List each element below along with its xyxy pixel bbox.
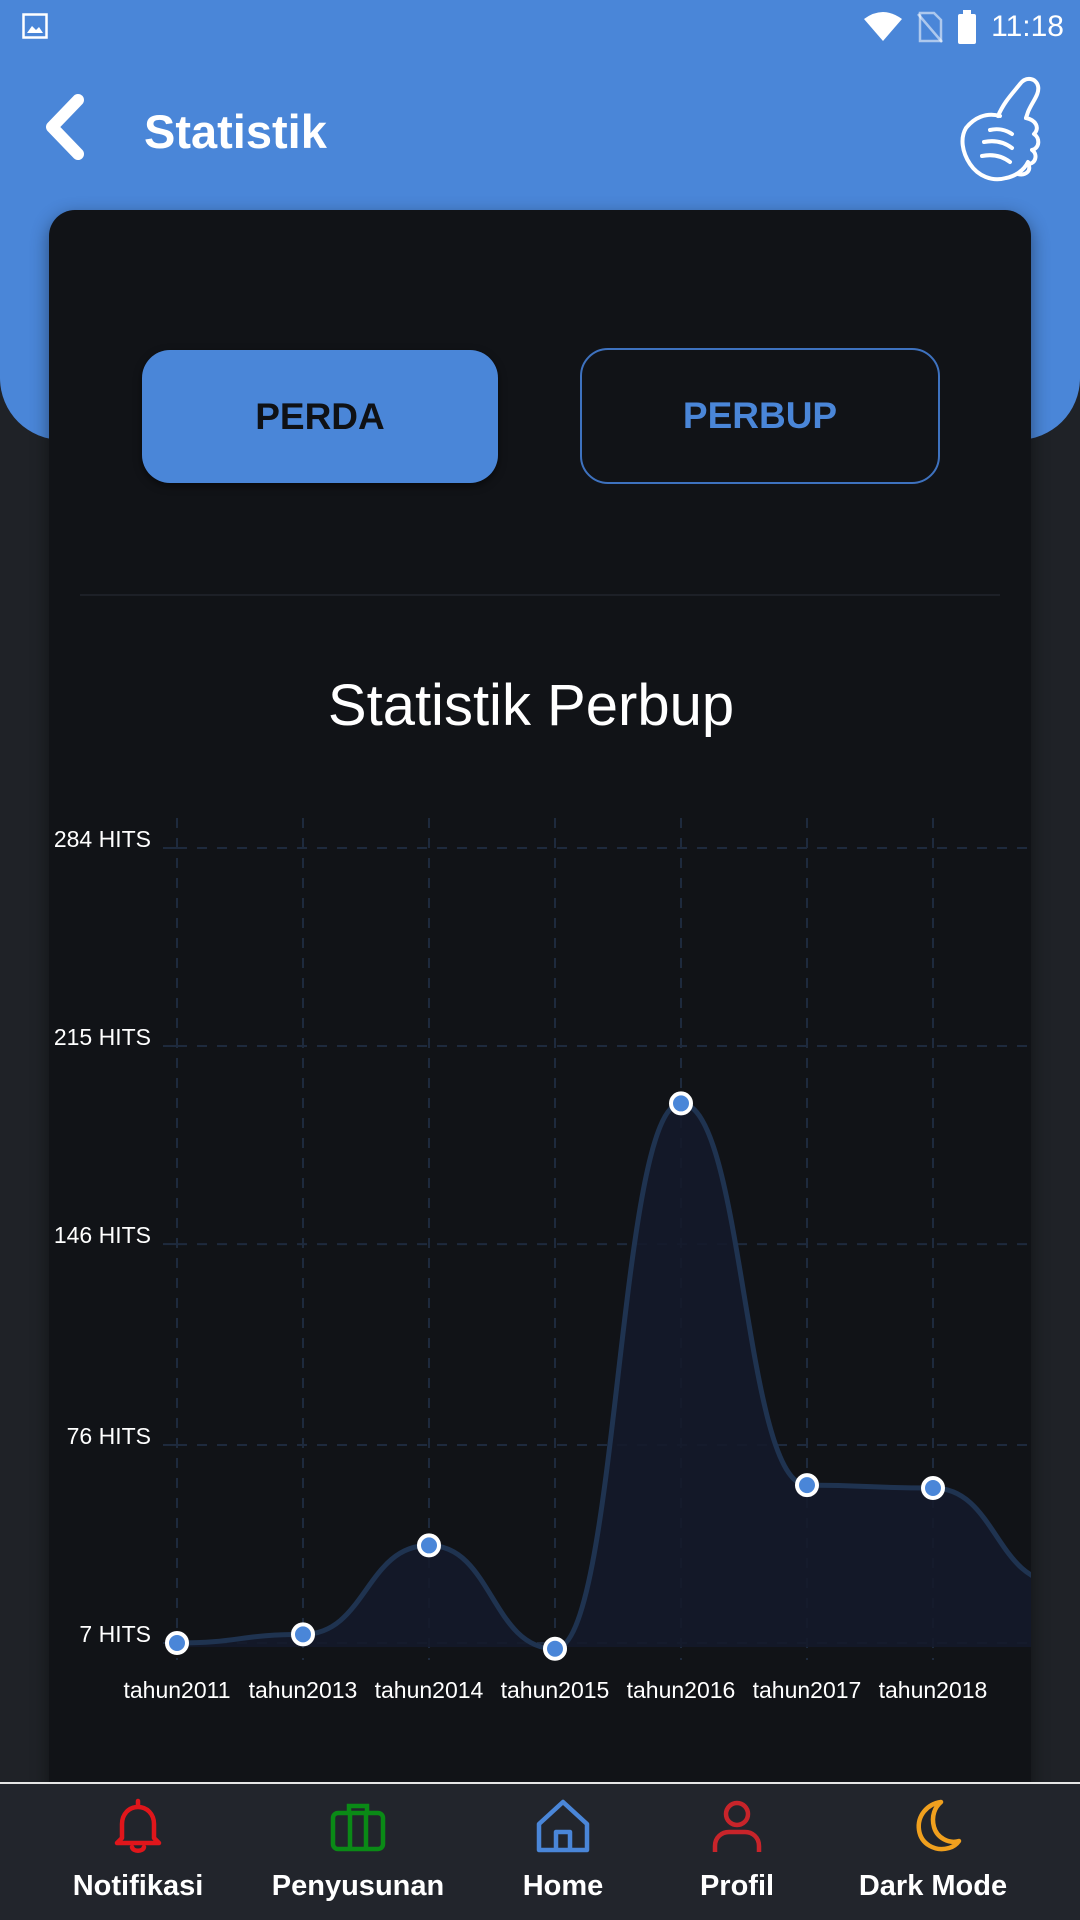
nav-label-profil: Profil: [699, 1870, 775, 1902]
x-tick-label: tahun2011: [123, 1677, 230, 1703]
y-tick-label: 7 HITS: [79, 1621, 151, 1647]
y-tick-label: 146 HITS: [54, 1222, 151, 1248]
home-icon: [536, 1799, 590, 1853]
nav-profil[interactable]: Profil: [637, 1796, 837, 1916]
moon-icon: [916, 1799, 962, 1852]
x-tick-label: tahun2017: [753, 1677, 862, 1703]
data-point: [795, 1473, 819, 1498]
bottom-navigation: Notifikasi Penyusunan Home Profil Dark M…: [0, 1782, 1080, 1920]
x-tick-label: tahun2014: [375, 1677, 484, 1703]
data-point: [417, 1533, 441, 1558]
y-tick-label: 215 HITS: [54, 1024, 151, 1050]
nav-dark-mode[interactable]: Dark Mode: [833, 1796, 1033, 1916]
nav-label-notifikasi: Notifikasi: [72, 1870, 204, 1902]
data-point: [165, 1631, 189, 1655]
nav-notifikasi[interactable]: Notifikasi: [38, 1796, 238, 1916]
nav-penyusunan[interactable]: Penyusunan: [258, 1796, 458, 1916]
nav-label-penyusunan: Penyusunan: [271, 1870, 445, 1902]
data-point: [921, 1476, 945, 1501]
x-tick-label: tahun2015: [501, 1677, 610, 1703]
data-point: [543, 1636, 567, 1661]
data-point: [291, 1622, 315, 1647]
x-tick-label: tah: [1043, 1677, 1075, 1703]
line-chart: 284 HITS 215 HITS 146 HITS 76 HITS 7 HITS ta…: [54, 818, 1075, 1703]
x-tick-label: tahun2018: [879, 1677, 988, 1703]
data-point: [669, 1091, 693, 1116]
user-icon: [712, 1800, 762, 1852]
y-tick-label: 284 HITS: [54, 826, 151, 852]
x-tick-label: tahun2013: [249, 1677, 358, 1703]
bell-icon: [114, 1798, 162, 1853]
y-tick-label: 76 HITS: [67, 1423, 151, 1449]
nav-label-home: Home: [522, 1870, 604, 1902]
nav-label-dark-mode: Dark Mode: [858, 1870, 1008, 1902]
nav-home[interactable]: Home: [463, 1796, 663, 1916]
briefcase-icon: [330, 1803, 386, 1852]
x-tick-label: tahun2016: [627, 1677, 736, 1703]
statistik-screen: 11:18 Statistik PERDA PERBUP Statistik P…: [0, 0, 1080, 1920]
